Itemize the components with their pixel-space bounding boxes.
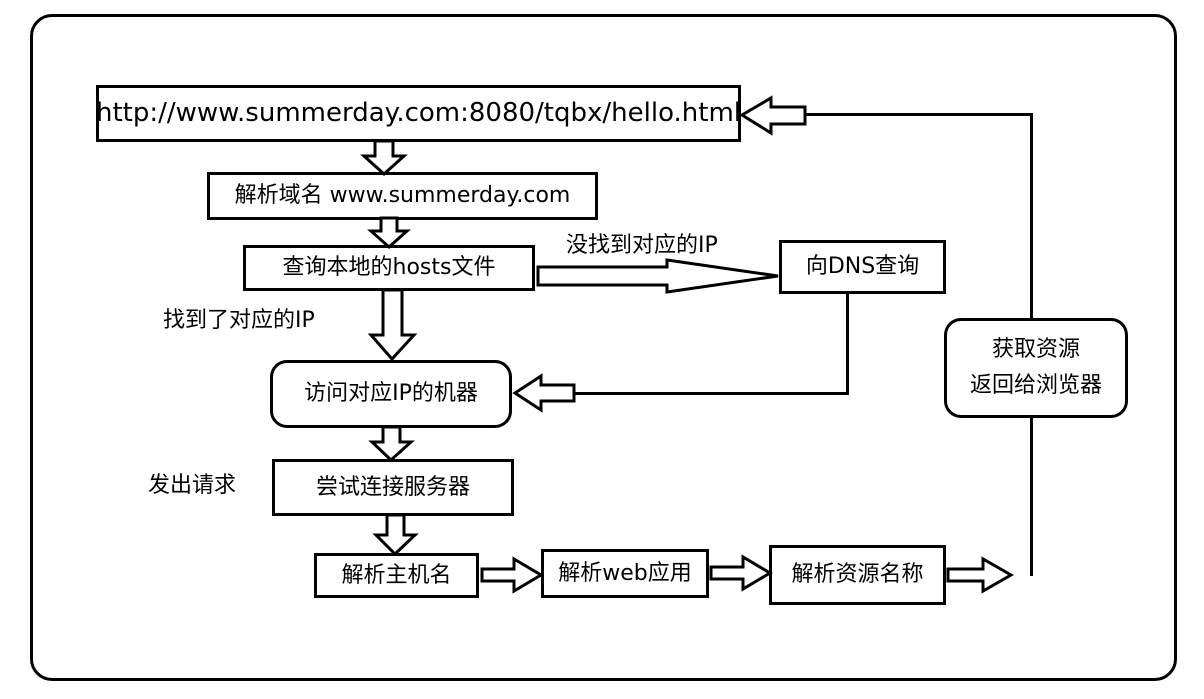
edge-label-not-found-ip: 没找到对应的IP: [566, 233, 718, 258]
arrow-visit-ip-to-try-connect: [368, 425, 415, 463]
node-parse-web-app: 解析web应用: [541, 549, 709, 598]
connector-fetch-resource-up: [1030, 113, 1033, 320]
arrow-resource-name-to-return-path: [946, 556, 1015, 594]
arrow-query-hosts-to-dns: [536, 258, 779, 294]
arrow-resolve-domain-to-query-hosts: [367, 216, 411, 250]
node-parse-resource-name: 解析资源名称: [769, 545, 946, 605]
arrow-url-to-resolve-domain: [360, 139, 408, 177]
arrow-parse-hostname-to-web-app: [480, 556, 544, 594]
node-try-connect-server: 尝试连接服务器: [272, 459, 514, 516]
node-parse-hostname: 解析主机名: [314, 553, 479, 598]
node-url: http://www.summerday.com:8080/tqbx/hello…: [96, 85, 741, 142]
node-dns-query: 向DNS查询: [779, 240, 946, 294]
node-resolve-domain-label: 解析域名 www.summerday.com: [234, 183, 571, 209]
diagram-canvas: http://www.summerday.com:8080/tqbx/hello…: [0, 0, 1204, 699]
connector-dns-to-visit-ip: [572, 392, 849, 395]
node-parse-hostname-label: 解析主机名: [341, 562, 452, 588]
connector-return-up-to-fetch-resource: [1030, 418, 1033, 576]
node-visit-ip-machine: 访问对应IP的机器: [270, 360, 512, 428]
node-fetch-resource-line2: 返回给浏览器: [969, 373, 1102, 398]
node-url-label: http://www.summerday.com:8080/tqbx/hello…: [95, 98, 742, 129]
arrow-into-url-box: [739, 95, 807, 136]
node-fetch-resource-line1: 获取资源: [991, 337, 1080, 363]
node-parse-web-app-label: 解析web应用: [558, 560, 692, 586]
arrow-into-visit-ip-machine: [512, 373, 576, 413]
node-try-connect-server-label: 尝试连接服务器: [315, 474, 470, 500]
node-query-hosts: 查询本地的hosts文件: [243, 245, 535, 291]
arrow-try-connect-to-parse-hostname: [372, 513, 419, 557]
node-visit-ip-machine-label: 访问对应IP的机器: [304, 381, 478, 407]
node-dns-query-label: 向DNS查询: [805, 254, 920, 280]
node-resolve-domain: 解析域名 www.summerday.com: [207, 172, 598, 220]
node-parse-resource-name-label: 解析资源名称: [791, 562, 924, 588]
node-fetch-resource: 获取资源 返回给浏览器: [944, 318, 1128, 418]
edge-label-found-ip: 找到了对应的IP: [163, 308, 315, 333]
arrow-query-hosts-to-visit-ip: [367, 288, 418, 362]
edge-label-send-request: 发出请求: [148, 473, 237, 498]
node-query-hosts-label: 查询本地的hosts文件: [282, 255, 496, 281]
arrow-web-app-to-resource-name: [709, 554, 773, 592]
connector-dns-down: [846, 292, 849, 394]
connector-return-to-url: [800, 113, 1032, 116]
